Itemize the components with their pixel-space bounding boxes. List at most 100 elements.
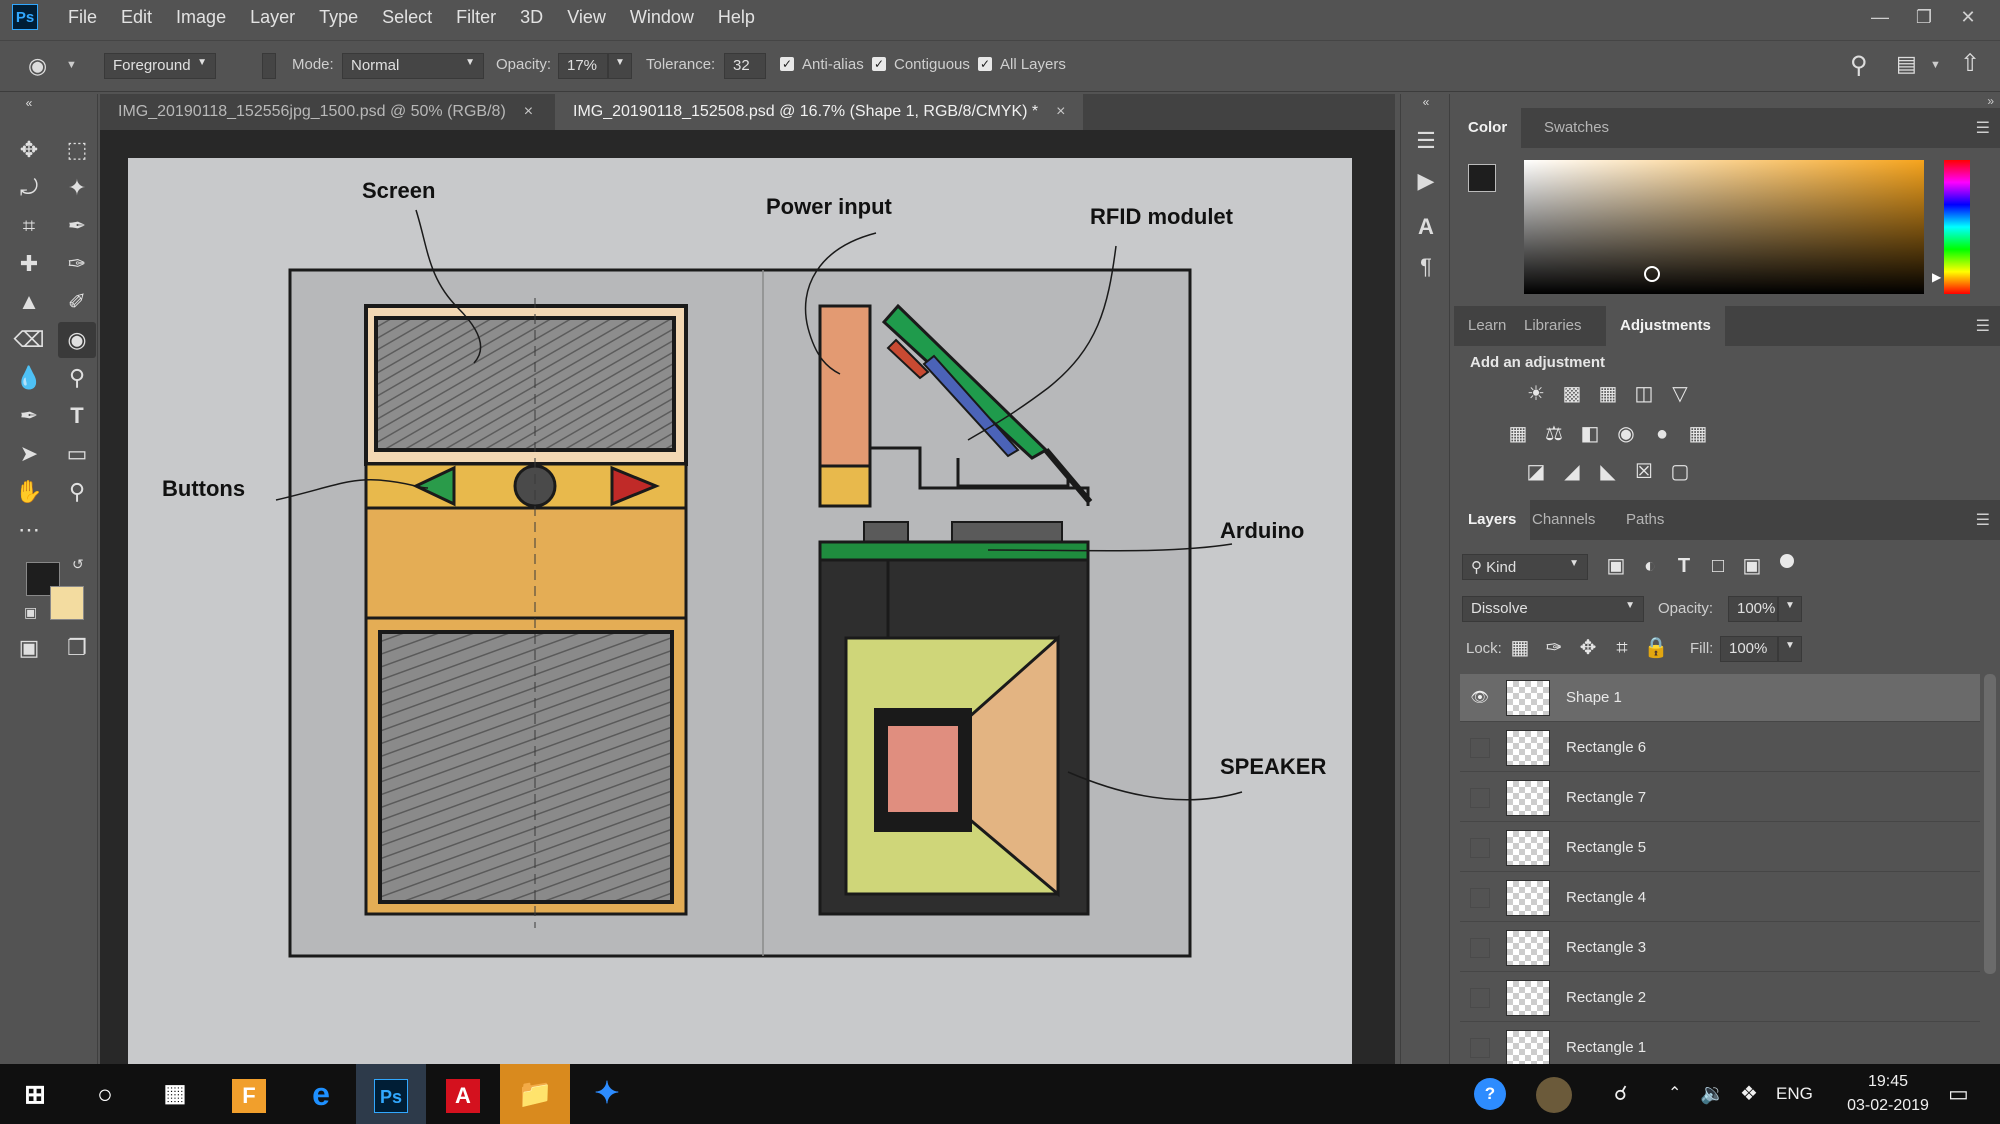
pen-tool-icon[interactable]: ✒	[10, 398, 48, 434]
visibility-toggle[interactable]	[1470, 788, 1490, 808]
user-avatar[interactable]	[1536, 1064, 1572, 1124]
chevron-down-icon[interactable]: ▼	[1930, 59, 1941, 71]
marquee-tool-icon[interactable]: ⬚	[58, 132, 96, 168]
default-colors-icon[interactable]: ▣	[24, 604, 37, 621]
tab-adjustments[interactable]: Adjustments	[1606, 306, 1725, 346]
swap-colors-icon[interactable]: ↺	[72, 556, 84, 573]
acrobat-icon[interactable]: A	[428, 1064, 498, 1124]
layer-filter-kind[interactable]: ⚲ Kind ▼	[1462, 554, 1588, 580]
search-icon[interactable]: ○	[70, 1064, 140, 1124]
blend-mode-select[interactable]: Dissolve ▼	[1462, 596, 1644, 622]
posterize-icon[interactable]: ◢	[1558, 458, 1586, 486]
tab-channels[interactable]: Channels	[1518, 500, 1609, 540]
collapse-icon[interactable]: «	[1409, 94, 1443, 110]
dropbox-icon[interactable]: ❖	[1740, 1064, 1758, 1124]
mode-select[interactable]: Normal ▼	[342, 53, 484, 79]
panel-menu-icon[interactable]: ☰	[1976, 316, 1990, 336]
quick-selection-tool-icon[interactable]: ✦	[58, 170, 96, 206]
filter-adjustment-icon[interactable]: ◐	[1636, 552, 1664, 580]
task-view-icon[interactable]: ▦	[140, 1064, 210, 1124]
menu-file[interactable]: File	[56, 7, 109, 28]
filter-type-icon[interactable]: T	[1670, 552, 1698, 580]
hue-slider-handle-icon[interactable]: ▶	[1932, 270, 1941, 284]
menu-view[interactable]: View	[555, 7, 618, 28]
gradient-map-icon[interactable]: ▢	[1666, 458, 1694, 486]
exposure-icon[interactable]: ◫	[1630, 380, 1658, 408]
canvas-area[interactable]: Screen Power input RFID modulet Buttons …	[100, 130, 1395, 1064]
visibility-toggle[interactable]	[1470, 938, 1490, 958]
photoshop-taskbar-icon[interactable]: Ps	[356, 1064, 426, 1124]
vscode-icon[interactable]: ✦	[572, 1064, 642, 1124]
minimize-icon[interactable]: —	[1858, 7, 1902, 28]
curves-icon[interactable]: ▦	[1594, 380, 1622, 408]
background-color-swatch[interactable]	[50, 586, 84, 620]
layer-row[interactable]: 👁 Shape 1	[1460, 674, 1980, 722]
blur-tool-icon[interactable]: 💧	[10, 360, 48, 396]
layers-scrollbar[interactable]	[1984, 674, 1996, 974]
history-brush-tool-icon[interactable]: ✐	[58, 284, 96, 320]
path-selection-tool-icon[interactable]: ➤	[10, 436, 48, 472]
fill-source-select[interactable]: Foreground ▼	[104, 53, 216, 79]
language-indicator[interactable]: ENG	[1776, 1064, 1813, 1124]
show-hidden-icons-icon[interactable]: ⌃	[1668, 1064, 1681, 1124]
filter-smart-object-icon[interactable]: ▣	[1738, 552, 1766, 580]
hand-tool-icon[interactable]: ✋	[10, 474, 48, 510]
fill-dropdown[interactable]: ▼	[1778, 636, 1802, 662]
close-tab-icon[interactable]: ×	[1056, 103, 1065, 120]
menu-help[interactable]: Help	[706, 7, 767, 28]
paint-bucket-tool-preset-icon[interactable]: ◉	[28, 53, 47, 79]
healing-brush-tool-icon[interactable]: ✚	[10, 246, 48, 282]
paint-bucket-tool-icon[interactable]: ◉	[58, 322, 96, 358]
zoom-tool-icon[interactable]: ⚲	[58, 474, 96, 510]
document-tab[interactable]: IMG_20190118_152556jpg_1500.psd @ 50% (R…	[100, 94, 551, 130]
lock-transparent-icon[interactable]: ▦	[1506, 634, 1534, 662]
menu-window[interactable]: Window	[618, 7, 706, 28]
tab-color[interactable]: Color	[1454, 108, 1522, 148]
paragraph-icon[interactable]: ¶	[1409, 250, 1443, 284]
menu-image[interactable]: Image	[164, 7, 238, 28]
layer-row[interactable]: Rectangle 4	[1460, 874, 1980, 922]
hue-slider[interactable]	[1944, 160, 1970, 294]
fusion-app-icon[interactable]: F	[214, 1064, 284, 1124]
filter-shape-icon[interactable]: □	[1704, 552, 1732, 580]
contiguous-checkbox[interactable]: ✓	[872, 57, 886, 71]
move-tool-icon[interactable]: ✥	[10, 132, 48, 168]
menu-3d[interactable]: 3D	[508, 7, 555, 28]
filter-toggle[interactable]	[1780, 554, 1794, 568]
restore-icon[interactable]: ❐	[1902, 7, 1946, 28]
collapse-icon[interactable]: «	[10, 96, 48, 110]
clock[interactable]: 19:45 03-02-2019	[1842, 1070, 1934, 1118]
chevron-down-icon[interactable]: ▼	[66, 59, 77, 71]
antialias-checkbox[interactable]: ✓	[780, 57, 794, 71]
color-lookup-icon[interactable]: ▦	[1684, 420, 1712, 448]
color-balance-icon[interactable]: ⚖	[1540, 420, 1568, 448]
layer-opacity-dropdown[interactable]: ▼	[1778, 596, 1802, 622]
more-tools-icon[interactable]: ⋯	[10, 512, 48, 548]
eraser-tool-icon[interactable]: ⌫	[10, 322, 48, 358]
channel-mixer-icon[interactable]: ●	[1648, 420, 1676, 448]
layer-row[interactable]: Rectangle 2	[1460, 974, 1980, 1022]
file-explorer-icon[interactable]: 📁	[500, 1064, 570, 1124]
type-tool-icon[interactable]: T	[58, 398, 96, 434]
lock-artboard-icon[interactable]: ⌗	[1608, 634, 1636, 662]
rectangle-tool-icon[interactable]: ▭	[58, 436, 96, 472]
search-icon[interactable]: ⚲	[1850, 51, 1868, 80]
people-icon[interactable]: ☌	[1614, 1064, 1627, 1124]
edge-browser-icon[interactable]: e	[286, 1064, 356, 1124]
eyedropper-tool-icon[interactable]: ✒	[58, 208, 96, 244]
tab-libraries[interactable]: Libraries	[1510, 306, 1596, 346]
opacity-input[interactable]: 17%	[558, 53, 608, 79]
tab-swatches[interactable]: Swatches	[1530, 108, 1623, 148]
opacity-dropdown[interactable]: ▼	[608, 53, 632, 79]
vibrance-icon[interactable]: ▦	[1504, 420, 1532, 448]
menu-layer[interactable]: Layer	[238, 7, 307, 28]
panel-menu-icon[interactable]: ☰	[1976, 510, 1990, 530]
visibility-toggle[interactable]	[1470, 988, 1490, 1008]
visibility-toggle[interactable]	[1470, 838, 1490, 858]
lock-position-icon[interactable]: ✥	[1574, 634, 1602, 662]
layer-row[interactable]: Rectangle 1	[1460, 1024, 1980, 1064]
visibility-toggle[interactable]	[1470, 738, 1490, 758]
close-icon[interactable]: ✕	[1946, 7, 1990, 28]
share-icon[interactable]: ⇧	[1960, 49, 1980, 78]
color-field[interactable]	[1524, 160, 1924, 294]
